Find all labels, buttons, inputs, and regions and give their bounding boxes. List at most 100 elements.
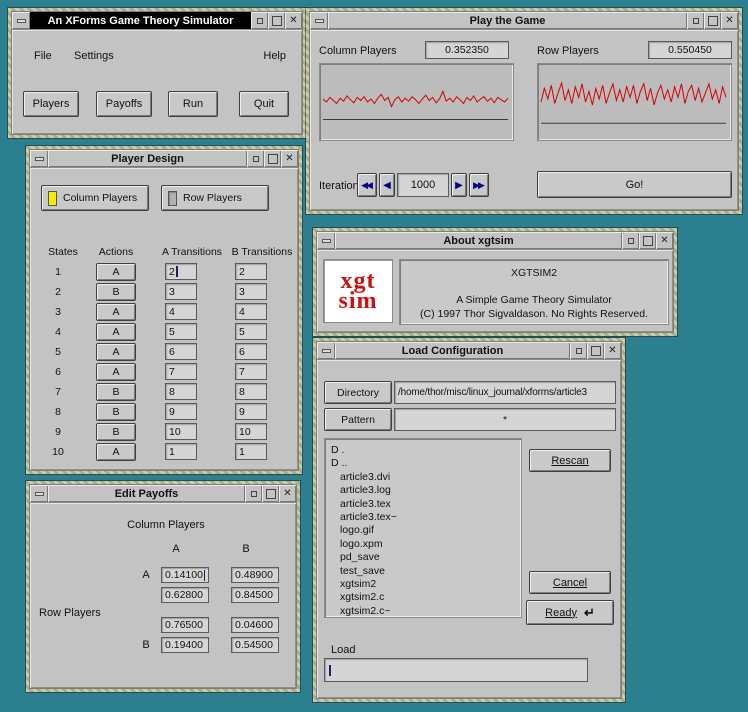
file-list-item[interactable]: test_save — [325, 565, 521, 578]
titlebar[interactable]: Edit Payoffs ✕ — [30, 485, 296, 503]
action-toggle-button[interactable]: A — [96, 443, 136, 461]
b-transition-input[interactable]: 8 — [235, 383, 267, 400]
a-transition-input[interactable]: 6 — [165, 343, 197, 360]
action-toggle-button[interactable]: A — [96, 363, 136, 381]
maximize-button[interactable] — [268, 12, 285, 29]
action-toggle-button[interactable]: A — [96, 263, 136, 281]
close-button[interactable]: ✕ — [721, 12, 738, 29]
action-toggle-button[interactable]: A — [96, 323, 136, 341]
action-toggle-button[interactable]: B — [96, 383, 136, 401]
maximize-button[interactable] — [264, 150, 281, 167]
payoff-ba-bottom-input[interactable]: 0.19400 — [161, 637, 209, 653]
payoff-aa-bottom-input[interactable]: 0.62800 — [161, 587, 209, 603]
file-list-item[interactable]: article3.tex — [325, 498, 521, 511]
window-menu-icon[interactable] — [12, 12, 30, 29]
b-transition-input[interactable]: 1 — [235, 443, 267, 460]
file-list-item[interactable]: D . — [325, 444, 521, 457]
file-list-item[interactable]: logo.gif — [325, 524, 521, 537]
iconify-button[interactable] — [245, 485, 262, 502]
quit-button[interactable]: Quit — [239, 91, 289, 117]
forward-button[interactable]: ▶ — [451, 173, 467, 197]
window-menu-icon[interactable] — [317, 232, 335, 249]
close-button[interactable]: ✕ — [281, 150, 298, 167]
maximize-button[interactable] — [704, 12, 721, 29]
a-transition-input[interactable]: 7 — [165, 363, 197, 380]
iconify-button[interactable] — [622, 232, 639, 249]
payoff-ba-top-input[interactable]: 0.76500 — [161, 617, 209, 633]
iconify-button[interactable] — [247, 150, 264, 167]
rescan-button[interactable]: Rescan — [529, 449, 611, 472]
close-button[interactable]: ✕ — [285, 12, 302, 29]
forward-fast-button[interactable]: ▶▶ — [469, 173, 489, 197]
ready-button[interactable]: Ready ↵ — [526, 600, 614, 625]
a-transition-input[interactable]: 1 — [165, 443, 197, 460]
file-list-item[interactable]: logo.xpm — [325, 538, 521, 551]
payoff-aa-top-input[interactable]: 0.14100 — [161, 567, 209, 583]
b-transition-input[interactable]: 2 — [235, 263, 267, 280]
run-button[interactable]: Run — [168, 91, 218, 117]
action-toggle-button[interactable]: B — [96, 283, 136, 301]
b-transition-input[interactable]: 9 — [235, 403, 267, 420]
titlebar[interactable]: An XForms Game Theory Simulator ✕ — [12, 12, 302, 30]
payoff-ab-bottom-input[interactable]: 0.84500 — [231, 587, 279, 603]
file-list-item[interactable]: pd_save — [325, 551, 521, 564]
a-transition-input[interactable]: 3 — [165, 283, 197, 300]
maximize-button[interactable] — [587, 342, 604, 359]
go-button[interactable]: Go! — [537, 171, 732, 198]
b-transition-input[interactable]: 7 — [235, 363, 267, 380]
a-transition-input[interactable]: 2 — [165, 263, 197, 280]
payoff-bb-bottom-input[interactable]: 0.54500 — [231, 637, 279, 653]
load-input[interactable] — [324, 658, 588, 682]
payoff-bb-top-input[interactable]: 0.04600 — [231, 617, 279, 633]
players-button[interactable]: Players — [23, 91, 79, 117]
menu-file[interactable]: File — [34, 50, 52, 62]
close-button[interactable]: ✕ — [604, 342, 621, 359]
window-menu-icon[interactable] — [310, 12, 328, 29]
directory-input[interactable]: /home/thor/misc/linux_journal/xforms/art… — [394, 381, 616, 404]
directory-button[interactable]: Directory — [324, 381, 392, 404]
b-transition-input[interactable]: 3 — [235, 283, 267, 300]
action-toggle-button[interactable]: B — [96, 423, 136, 441]
menu-settings[interactable]: Settings — [74, 50, 114, 62]
a-transition-input[interactable]: 10 — [165, 423, 197, 440]
b-transition-input[interactable]: 5 — [235, 323, 267, 340]
a-transition-input[interactable]: 8 — [165, 383, 197, 400]
maximize-button[interactable] — [262, 485, 279, 502]
iconify-button[interactable] — [570, 342, 587, 359]
pattern-input[interactable]: * — [394, 408, 616, 431]
menu-help[interactable]: Help — [263, 50, 286, 62]
pattern-button[interactable]: Pattern — [324, 408, 392, 431]
b-transition-input[interactable]: 6 — [235, 343, 267, 360]
close-button[interactable]: ✕ — [279, 485, 296, 502]
window-menu-icon[interactable] — [30, 150, 48, 167]
close-button[interactable]: ✕ — [656, 232, 673, 249]
file-list-item[interactable]: D .. — [325, 457, 521, 470]
iterations-input[interactable]: 1000 — [397, 173, 449, 197]
a-transition-input[interactable]: 5 — [165, 323, 197, 340]
iconify-button[interactable] — [687, 12, 704, 29]
file-list-item[interactable]: article3.log — [325, 484, 521, 497]
titlebar[interactable]: Player Design ✕ — [30, 150, 298, 168]
b-transition-input[interactable]: 4 — [235, 303, 267, 320]
action-toggle-button[interactable]: A — [96, 303, 136, 321]
titlebar[interactable]: Load Configuration ✕ — [317, 342, 621, 360]
maximize-button[interactable] — [639, 232, 656, 249]
action-toggle-button[interactable]: A — [96, 343, 136, 361]
iconify-button[interactable] — [251, 12, 268, 29]
titlebar[interactable]: Play the Game ✕ — [310, 12, 738, 30]
payoffs-button[interactable]: Payoffs — [96, 91, 152, 117]
b-transition-input[interactable]: 10 — [235, 423, 267, 440]
window-menu-icon[interactable] — [317, 342, 335, 359]
file-list-item[interactable]: article3.dvi — [325, 471, 521, 484]
rewind-fast-button[interactable]: ◀◀ — [357, 173, 377, 197]
window-menu-icon[interactable] — [30, 485, 48, 502]
a-transition-input[interactable]: 4 — [165, 303, 197, 320]
titlebar[interactable]: About xgtsim ✕ — [317, 232, 673, 250]
file-list-item[interactable]: xgtsim2.c~ — [325, 605, 521, 618]
file-list-item[interactable]: xgtsim2 — [325, 578, 521, 591]
cancel-button[interactable]: Cancel — [529, 571, 611, 594]
rewind-button[interactable]: ◀ — [379, 173, 395, 197]
a-transition-input[interactable]: 9 — [165, 403, 197, 420]
payoff-ab-top-input[interactable]: 0.48900 — [231, 567, 279, 583]
file-list-item[interactable]: xgtsim2.c — [325, 591, 521, 604]
